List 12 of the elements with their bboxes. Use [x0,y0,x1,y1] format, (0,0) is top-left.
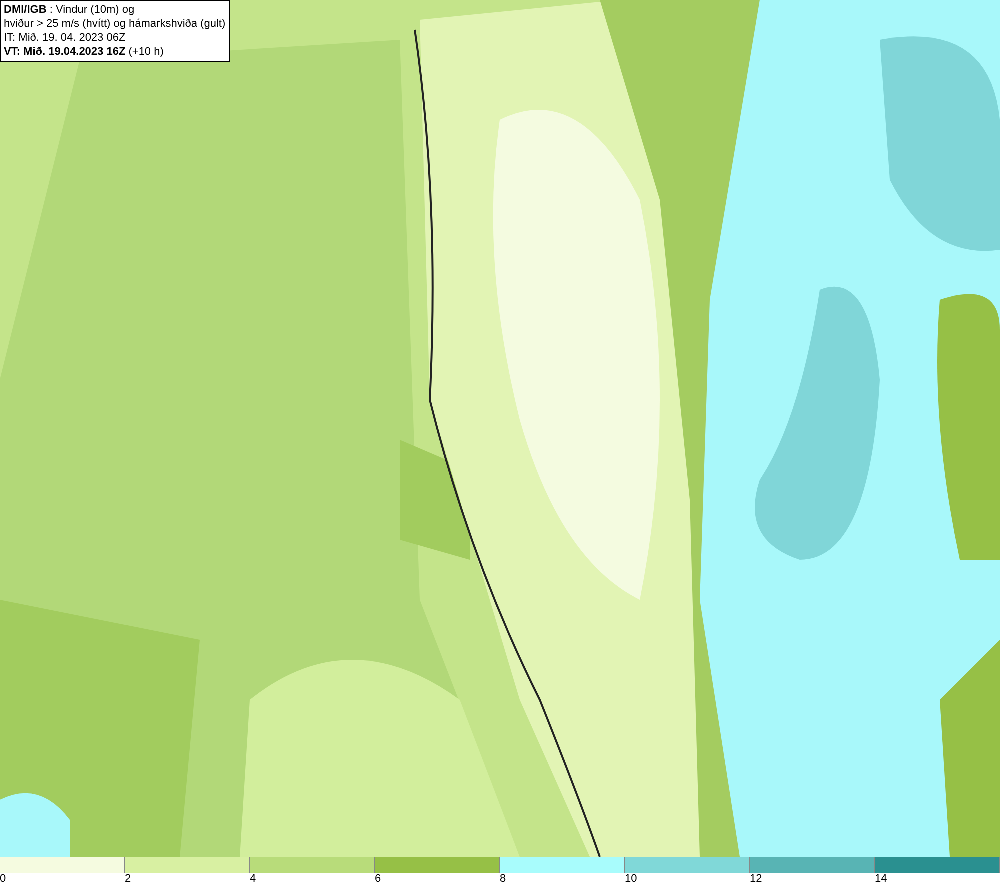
scale-label: 2 [125,873,132,886]
scale-label: 10 [625,873,638,886]
scale-label: 14 [875,873,888,886]
legend-text: VT: Mið. 19.04.2023 16Z (+10 h) [4,45,165,59]
scale-label: 8 [500,873,506,886]
legend-text: IT: Mið. 19. 04. 2023 06Z [4,31,127,45]
scale-label: 4 [250,873,256,886]
scale-label: 12 [750,873,762,886]
legend-text: DMI/IGB : Vindur (10m) og [4,3,136,17]
scale-label: 0 [0,873,6,886]
legend-text: hviður > 25 m/s (hvítt) og hámarkshviða (gult) [4,17,226,31]
scale-label: 6 [375,873,382,886]
